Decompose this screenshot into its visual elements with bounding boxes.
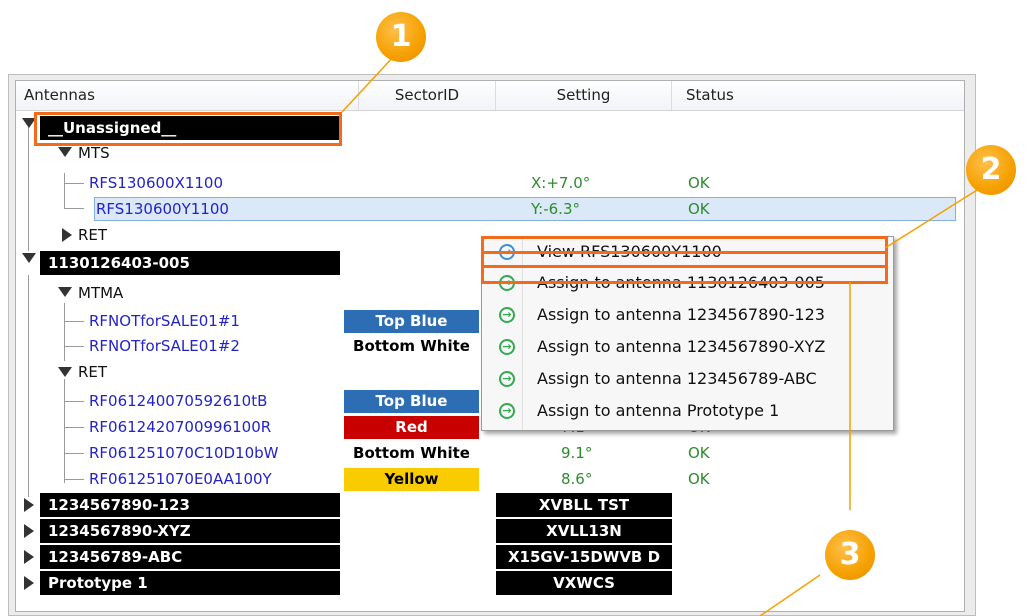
- callout-badge-1: 1: [376, 12, 426, 62]
- callout-badge-3: 3: [825, 530, 875, 580]
- callout-badge-2: 2: [966, 145, 1016, 195]
- callout-lines: [341, 54, 986, 616]
